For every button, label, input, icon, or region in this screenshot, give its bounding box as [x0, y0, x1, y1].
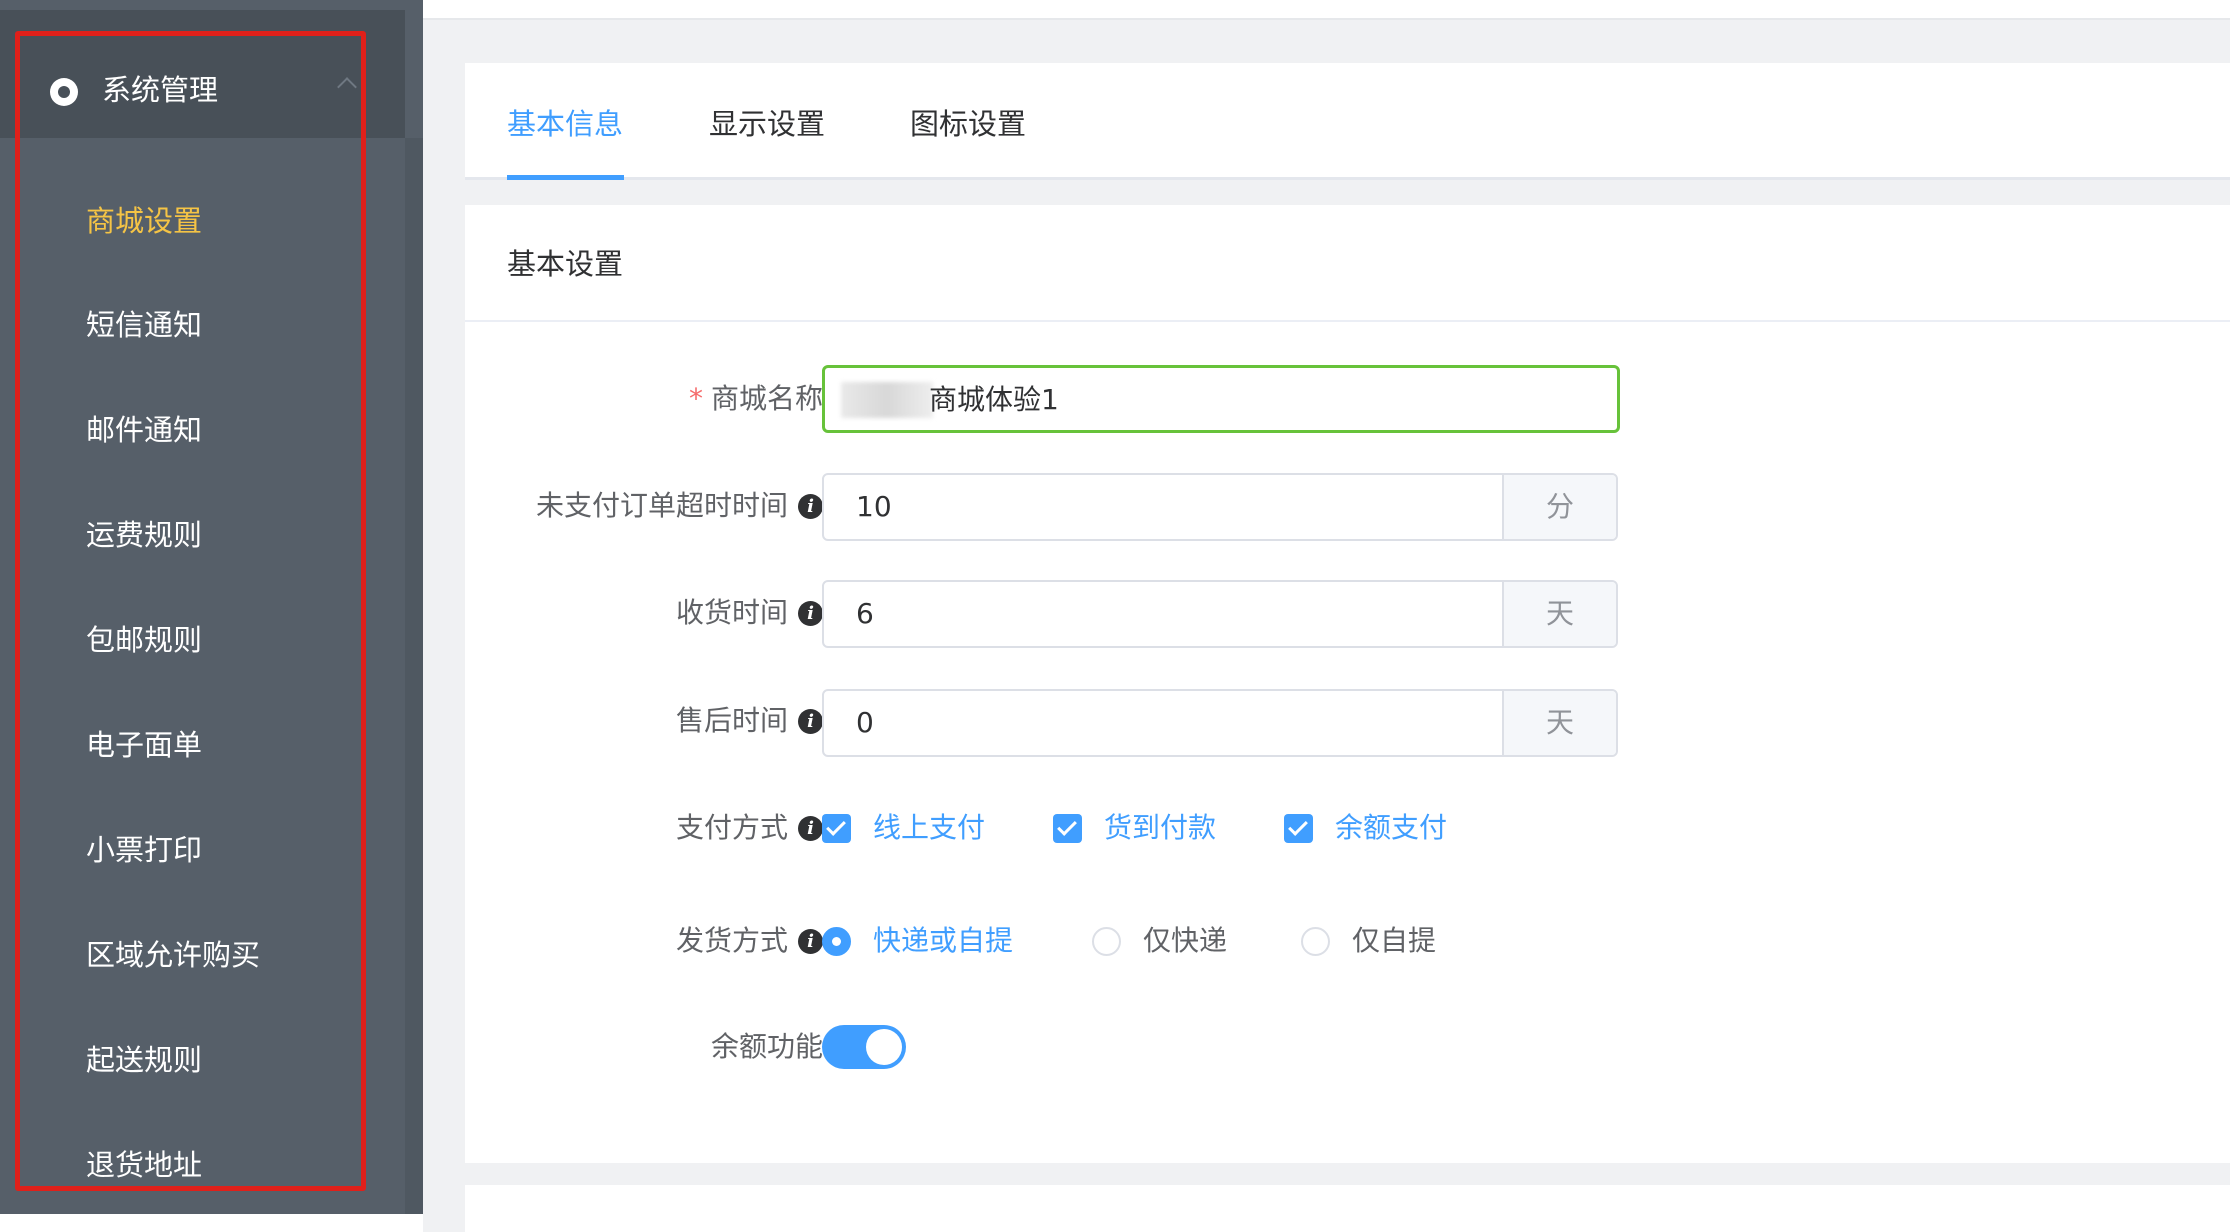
balance-toggle[interactable]: [822, 1025, 906, 1069]
tab-icon-settings[interactable]: 图标设置: [910, 103, 1026, 145]
tab-display-settings[interactable]: 显示设置: [709, 103, 825, 145]
checkbox-checked-icon[interactable]: [1284, 813, 1313, 843]
sidebar-item-shop-settings[interactable]: 商城设置: [0, 186, 405, 256]
radio-pickup-only[interactable]: 仅自提: [1301, 921, 1436, 961]
sidebar-item-sms-notice[interactable]: 短信通知: [0, 290, 405, 360]
shop-name-value: 商城体验1: [929, 383, 1059, 416]
checkbox-checked-icon[interactable]: [1053, 813, 1082, 843]
shop-name-label: * 商城名称: [689, 379, 823, 419]
tab-basic-info[interactable]: 基本信息: [507, 103, 623, 145]
sidebar-item-shipping-rules[interactable]: 运费规则: [0, 500, 405, 570]
sidebar-item-label: 运费规则: [86, 518, 203, 552]
info-icon[interactable]: i: [798, 815, 823, 841]
active-tab-indicator: [507, 175, 624, 180]
aftersale-time-label: 售后时间 i: [676, 701, 823, 741]
sidebar-item-e-waybill[interactable]: 电子面单: [0, 710, 405, 780]
sidebar-item-email-notice[interactable]: 邮件通知: [0, 395, 405, 465]
sidebar-item-minimum-delivery[interactable]: 起送规则: [0, 1025, 405, 1095]
sidebar-item-label: 商城设置: [86, 204, 203, 238]
section-title: 基本设置: [507, 247, 624, 281]
radio-express-only[interactable]: 仅快递: [1092, 921, 1227, 961]
next-card: [465, 1185, 2230, 1232]
info-icon[interactable]: i: [798, 493, 823, 519]
top-bar: [423, 0, 2230, 20]
tabs-bar: 基本信息 显示设置 图标设置: [465, 63, 2230, 179]
tabs-divider: [465, 177, 2230, 180]
toggle-knob: [866, 1029, 902, 1065]
shop-name-input[interactable]: 商城体验1: [822, 365, 1620, 433]
sidebar-item-label: 退货地址: [86, 1148, 203, 1182]
sidebar-group-title: 系统管理: [102, 73, 219, 107]
unit-append: 天: [1502, 691, 1616, 755]
unpaid-timeout-value: 10: [856, 490, 892, 523]
unit-label: 天: [1545, 706, 1574, 739]
radio-express-or-pickup[interactable]: 快递或自提: [822, 921, 1013, 961]
sidebar-item-label: 电子面单: [86, 728, 203, 762]
card-header: 基本设置: [465, 205, 2230, 322]
checkbox-cash-on-delivery[interactable]: 货到付款: [1053, 808, 1216, 848]
delivery-method-label: 发货方式 i: [676, 921, 823, 961]
payment-method-label: 支付方式 i: [676, 808, 823, 848]
info-icon[interactable]: i: [798, 928, 823, 954]
aftersale-time-input[interactable]: 0 天: [822, 689, 1618, 757]
unpaid-timeout-input[interactable]: 10 分: [822, 473, 1618, 541]
gear-icon: [50, 78, 78, 106]
info-icon[interactable]: i: [798, 708, 823, 734]
receive-time-label: 收货时间 i: [676, 593, 823, 633]
sidebar-item-label: 小票打印: [86, 833, 203, 867]
sidebar-scrollbar[interactable]: [405, 138, 423, 1214]
sidebar-item-allowed-regions[interactable]: 区域允许购买: [0, 920, 405, 990]
sidebar-item-free-shipping-rules[interactable]: 包邮规则: [0, 605, 405, 675]
chevron-up-icon[interactable]: [337, 77, 357, 97]
basic-settings-card: 基本设置 * 商城名称 商城体验1 未支付订单超时时间 i 10 分 收货时间 …: [465, 205, 2230, 1163]
sidebar-group-header[interactable]: 系统管理: [0, 10, 405, 138]
aftersale-time-value: 0: [856, 706, 874, 739]
info-icon[interactable]: i: [798, 600, 823, 626]
radio-selected-icon[interactable]: [822, 926, 851, 956]
balance-function-label: 余额功能: [710, 1030, 823, 1063]
checkbox-checked-icon[interactable]: [822, 813, 851, 843]
receive-time-input[interactable]: 6 天: [822, 580, 1618, 648]
unpaid-timeout-label: 未支付订单超时时间 i: [536, 486, 823, 526]
redacted-text: [841, 382, 933, 418]
sidebar-item-receipt-printing[interactable]: 小票打印: [0, 815, 405, 885]
checkbox-balance-payment[interactable]: 余额支付: [1284, 808, 1447, 848]
sidebar-item-return-address[interactable]: 退货地址: [0, 1130, 405, 1200]
sidebar: 系统管理 商城设置 短信通知 邮件通知 运费规则 包邮规则 电子面单 小票打印 …: [0, 0, 423, 1214]
unit-append: 天: [1502, 582, 1616, 646]
unit-label: 分: [1545, 490, 1574, 523]
sidebar-item-label: 短信通知: [86, 308, 203, 342]
unit-label: 天: [1545, 597, 1574, 630]
sidebar-item-label: 邮件通知: [86, 413, 203, 447]
checkbox-online-payment[interactable]: 线上支付: [822, 808, 985, 848]
unit-append: 分: [1502, 475, 1616, 539]
sidebar-item-label: 起送规则: [86, 1043, 203, 1077]
sidebar-item-label: 区域允许购买: [86, 938, 261, 972]
radio-empty-icon[interactable]: [1301, 926, 1330, 956]
receive-time-value: 6: [856, 597, 874, 630]
radio-empty-icon[interactable]: [1092, 926, 1121, 956]
required-asterisk: *: [688, 382, 703, 415]
sidebar-item-label: 包邮规则: [86, 623, 203, 657]
